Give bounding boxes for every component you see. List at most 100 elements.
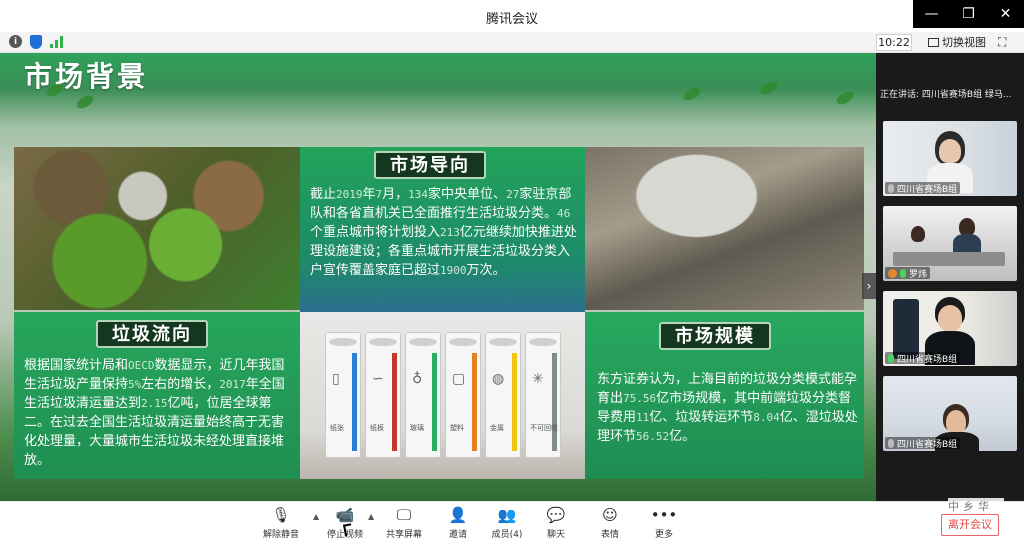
window-title: 腾讯会议 (485, 12, 538, 27)
bin-lid (369, 338, 397, 346)
close-button[interactable]: ✕ (987, 0, 1024, 28)
participant-tile[interactable]: 四川省赛场B组 (883, 291, 1017, 366)
minimize-button[interactable]: — (913, 0, 950, 28)
meeting-clock: 10:22 (876, 34, 912, 51)
reactions-label: 表情 (600, 530, 619, 540)
video-camera-icon: 📹 (335, 506, 355, 524)
bin-label: 塑料 (450, 424, 464, 432)
slide-title: 市场背景 (24, 60, 149, 93)
bin-lid (489, 338, 517, 346)
card-body: 东方证券认为，上海目前的垃圾分类模式能孕育出75.56亿市场规模，其中前端垃圾分… (597, 372, 858, 444)
invite-button[interactable]: 👤 邀请 (432, 505, 484, 543)
bin-color-strip (552, 353, 557, 451)
fullscreen-icon[interactable]: ⛶ (998, 35, 1012, 49)
leaf-decoration (758, 79, 780, 97)
recycling-bin: ∽ 纸板 (365, 332, 401, 458)
mic-on-icon (888, 353, 894, 363)
window-controls: — ❐ ✕ (913, 0, 1024, 28)
members-icon: 👥 (497, 506, 517, 524)
grid-view-icon (928, 38, 939, 47)
card-body: 截止2019年7月，134家中央单位、27家驻京部队和各省直机关已全面推行生活垃… (310, 187, 577, 278)
emoji-icon: ☺ (602, 506, 618, 524)
members-label: 成员(4) (491, 530, 523, 540)
bin-row: ▯ 纸张 ∽ 纸板 ♁ 玻璃 ▢ 塑料 ◍ 金属 ✳ 不可回收 (325, 332, 561, 458)
bin-color-strip (512, 353, 517, 451)
more-icon: ••• (650, 506, 678, 524)
mic-on-icon (900, 268, 906, 278)
shield-icon[interactable] (30, 35, 42, 49)
watermark-stamp: 中乡华 (948, 498, 1004, 514)
bin-lid (409, 338, 437, 346)
recycle-category-icon: ∽ (372, 371, 384, 387)
unmute-button[interactable]: 🎙 解除静音 (255, 505, 307, 543)
recycle-category-icon: ▯ (332, 371, 340, 387)
share-screen-icon: 🖵 (396, 506, 412, 524)
participant-name: 四川省赛场B组 (885, 352, 961, 365)
leaf-decoration (74, 93, 96, 111)
more-button[interactable]: ••• 更多 (638, 505, 690, 543)
recycle-category-icon: ♁ (412, 371, 423, 387)
participant-sidebar: 正在讲话: 四川省赛场B组 绿马... 四川省赛场B组 罗炜 四川省赛场B组 四… (876, 53, 1024, 501)
reactions-button[interactable]: ☺ 表情 (584, 505, 636, 543)
leaf-decoration (834, 89, 856, 107)
recycle-category-icon: ✳ (532, 371, 544, 387)
mic-muted-icon: 🎙 (271, 506, 291, 524)
bin-lid (329, 338, 357, 346)
chevron-right-icon[interactable]: › (862, 273, 876, 299)
members-button[interactable]: 👥 成员(4) (481, 505, 533, 543)
invite-label: 邀请 (448, 530, 467, 540)
info-icon[interactable]: i (9, 35, 22, 48)
bin-lid (529, 338, 557, 346)
bin-label: 玻璃 (410, 424, 424, 432)
chair-shape (893, 299, 919, 359)
bin-color-strip (432, 353, 437, 451)
participant-tile[interactable]: 四川省赛场B组 (883, 376, 1017, 451)
recycling-bin: ♁ 玻璃 (405, 332, 441, 458)
bin-lid (449, 338, 477, 346)
add-user-icon: 👤 (448, 506, 468, 524)
switch-view-label: 切换视图 (942, 36, 986, 49)
window-titlebar: 腾讯会议 — ❐ ✕ (0, 0, 1024, 32)
participant-name: 罗炜 (885, 267, 931, 280)
unmute-label: 解除静音 (262, 530, 299, 540)
bin-color-strip (392, 353, 397, 451)
speaking-indicator: 正在讲话: 四川省赛场B组 绿马... (880, 90, 1012, 100)
recycle-category-icon: ◍ (492, 371, 505, 387)
shared-screen: 市场背景 ▯ 纸张 ∽ 纸板 ♁ 玻璃 ▢ 塑料 ◍ 金属 ✳ 不可回收 市场导向 截止2019年7月… (0, 53, 876, 501)
share-screen-button[interactable]: 🖵 共享屏幕 (378, 505, 430, 543)
avatar-icon (888, 268, 897, 278)
presentation-slide: 市场背景 ▯ 纸张 ∽ 纸板 ♁ 玻璃 ▢ 塑料 ◍ 金属 ✳ 不可回收 市场导向 截止2019年7月… (0, 53, 876, 501)
recycling-bin: ▯ 纸张 (325, 332, 361, 458)
more-label: 更多 (654, 530, 673, 540)
chevron-up-icon[interactable]: ▲ (368, 512, 374, 521)
participant-face (939, 139, 961, 163)
participant-tile[interactable]: 罗炜 (883, 206, 1017, 281)
recycling-bin: ◍ 金属 (485, 332, 521, 458)
bin-label: 不可回收 (530, 424, 558, 432)
desk-shape (893, 252, 1005, 266)
card-body: 根据国家统计局和OECD数据显示，近几年我国生活垃圾产量保持5%左右的增长，20… (24, 358, 285, 468)
recycle-category-icon: ▢ (452, 371, 466, 387)
mic-muted-icon (888, 183, 894, 193)
bin-label: 金属 (490, 424, 504, 432)
meeting-toolbar: 🎙 解除静音 ▲ 📹 停止视频 ▲ 🖵 共享屏幕 👤 邀请 👥 成员(4) 💬 … (0, 501, 1024, 543)
recycling-bin: ▢ 塑料 (445, 332, 481, 458)
card-title: 市场导向 (374, 151, 486, 179)
maximize-button[interactable]: ❐ (950, 0, 987, 28)
chat-label: 聊天 (546, 530, 565, 540)
chat-icon: 💬 (546, 506, 566, 524)
participant-name: 四川省赛场B组 (885, 437, 961, 450)
chat-button[interactable]: 💬 聊天 (530, 505, 582, 543)
signal-icon[interactable] (50, 35, 64, 48)
bin-label: 纸板 (370, 424, 384, 432)
mic-muted-icon (888, 438, 894, 448)
meeting-infobar: i 10:22 切换视图 ⛶ (0, 32, 1024, 53)
participant-face (938, 305, 962, 331)
bin-color-strip (352, 353, 357, 451)
share-screen-label: 共享屏幕 (385, 530, 422, 540)
participant-tile[interactable]: 四川省赛场B组 (883, 121, 1017, 196)
switch-view-button[interactable]: 切换视图 (928, 34, 986, 51)
leave-meeting-button[interactable]: 离开会议 (941, 514, 999, 536)
participant-name: 四川省赛场B组 (885, 182, 961, 195)
card-title: 垃圾流向 (96, 320, 208, 348)
